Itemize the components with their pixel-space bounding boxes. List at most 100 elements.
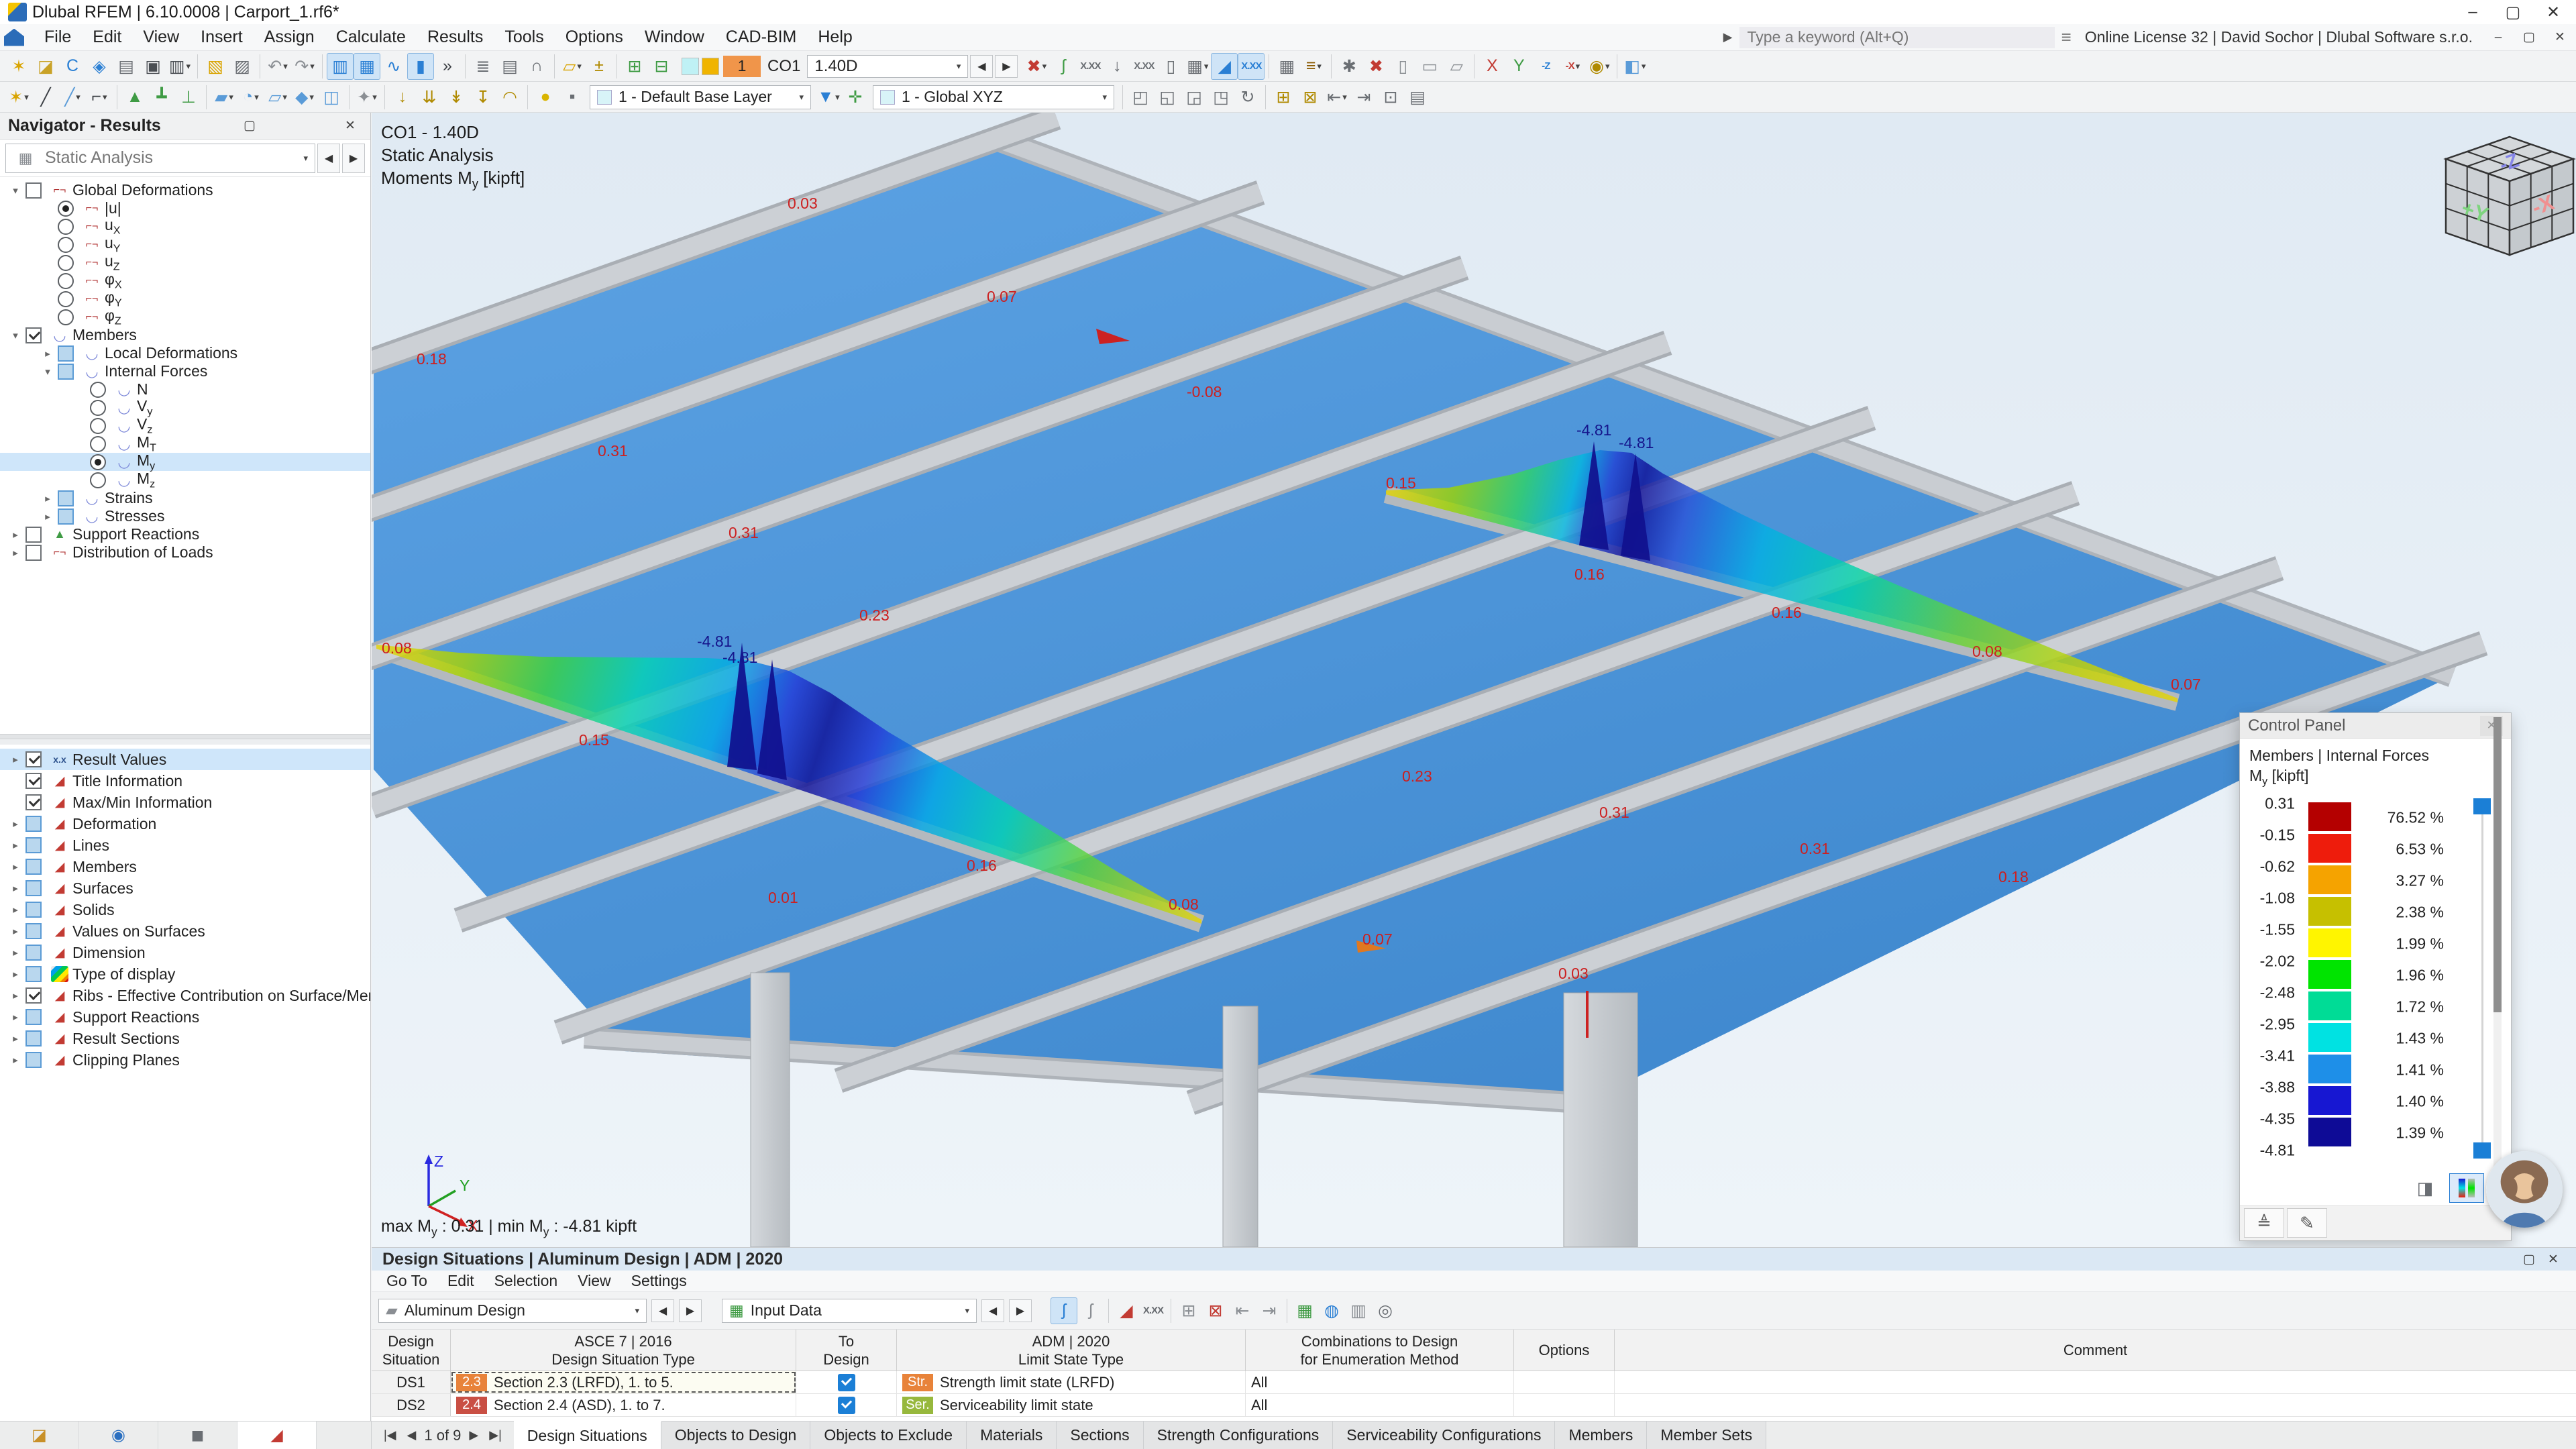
- menu-view[interactable]: View: [132, 25, 190, 50]
- checkbox[interactable]: [25, 1009, 42, 1025]
- options-cell[interactable]: [1514, 1394, 1615, 1416]
- lock-icon[interactable]: ▪: [559, 84, 586, 111]
- color-scale-options-button[interactable]: [2449, 1173, 2484, 1203]
- checkbox[interactable]: [25, 837, 42, 853]
- report-icon[interactable]: ▨: [229, 53, 256, 80]
- tree-item-stresses[interactable]: ▸◡Stresses: [0, 507, 370, 525]
- tree-item-type-of-display[interactable]: ▸Type of display: [0, 963, 370, 985]
- console-toggle-icon[interactable]: »: [434, 53, 461, 80]
- filter-delete-icon[interactable]: ▼▾: [815, 84, 842, 111]
- tree-item-m-t-[interactable]: ◡MT: [0, 435, 370, 453]
- keyword-search-input[interactable]: [1739, 27, 2055, 48]
- bottom-panel-titlebar[interactable]: Design Situations | Aluminum Design | AD…: [372, 1248, 2576, 1271]
- tree-item--z-[interactable]: ⌐¬φZ: [0, 308, 370, 326]
- previous-analysis-button[interactable]: ◀: [317, 144, 340, 173]
- tree-item--y-[interactable]: ⌐¬φY: [0, 290, 370, 308]
- checkbox[interactable]: [25, 859, 42, 875]
- select-region-icon[interactable]: ▱▾: [559, 53, 586, 80]
- lightbulb-icon[interactable]: ●: [532, 84, 559, 111]
- result-values-icon[interactable]: X.XX: [1140, 1297, 1167, 1324]
- doc-restore-button[interactable]: ▢: [2517, 28, 2541, 48]
- save-icon[interactable]: ▣: [140, 53, 166, 80]
- design-situation-type-cell[interactable]: 2.3Section 2.3 (LRFD), 1. to 5.: [451, 1371, 796, 1393]
- new-surface-icon[interactable]: ▰▾: [211, 84, 237, 111]
- edit-table-insert-icon[interactable]: ⊞: [1270, 84, 1297, 111]
- tree-item-title-information[interactable]: ◢Title Information: [0, 770, 370, 792]
- comment-cell[interactable]: [1615, 1371, 2576, 1393]
- grid-display-icon[interactable]: ▦▾: [1184, 53, 1211, 80]
- save-results-icon[interactable]: ▦: [1273, 53, 1300, 80]
- panel-toggle-icon[interactable]: ▮: [407, 53, 434, 80]
- bp-menu-go-to[interactable]: Go To: [378, 1271, 435, 1291]
- copy-move-icon[interactable]: ⊟: [648, 53, 675, 80]
- menu-calculate[interactable]: Calculate: [325, 25, 417, 50]
- checkbox[interactable]: [25, 816, 42, 832]
- options-cell[interactable]: [1514, 1371, 1615, 1393]
- new-curved-surface-icon[interactable]: ◔▾: [237, 84, 264, 111]
- tree-item-strains[interactable]: ▸◡Strains: [0, 489, 370, 507]
- checkbox[interactable]: [25, 327, 42, 343]
- radio[interactable]: [58, 273, 74, 289]
- tree-item-u-y-[interactable]: ⌐¬uY: [0, 235, 370, 254]
- render-display-icon[interactable]: ▯: [1157, 53, 1184, 80]
- tab-member-sets[interactable]: Member Sets: [1647, 1421, 1766, 1449]
- new-opening-icon[interactable]: ▱▾: [264, 84, 291, 111]
- previous-design-button[interactable]: ◀: [651, 1299, 674, 1322]
- checkbox[interactable]: [25, 527, 42, 543]
- previous-view-icon[interactable]: ↻: [1234, 84, 1261, 111]
- tab-design-situations[interactable]: Design Situations: [514, 1421, 661, 1449]
- radio[interactable]: [58, 201, 74, 217]
- avatar[interactable]: [2486, 1151, 2563, 1228]
- move-start-icon[interactable]: ⇤▾: [1324, 84, 1350, 111]
- tree-item-solids[interactable]: ▸◢Solids: [0, 899, 370, 920]
- table-row[interactable]: DS12.3Section 2.3 (LRFD), 1. to 5.Str.St…: [372, 1371, 2576, 1394]
- menu-results[interactable]: Results: [417, 25, 494, 50]
- layer-combo[interactable]: 1 - Default Base Layer ▾: [590, 85, 811, 109]
- column-header[interactable]: Comment: [1615, 1330, 2576, 1371]
- new-line-icon[interactable]: ╱: [32, 84, 59, 111]
- deformation-display-icon[interactable]: ʃ: [1050, 53, 1077, 80]
- new-polyline-icon[interactable]: ⌐▾: [86, 84, 113, 111]
- search-icon[interactable]: ◎: [1372, 1297, 1399, 1324]
- undo-icon[interactable]: ↶▾: [264, 53, 291, 80]
- new-nodal-support-icon[interactable]: ▲: [121, 84, 148, 111]
- radio[interactable]: [90, 418, 106, 434]
- maximize-button[interactable]: ▢: [2493, 0, 2533, 24]
- tree-item-distribution-of-loads[interactable]: ▸⌐¬Distribution of Loads: [0, 543, 370, 561]
- tree-item-clipping-planes[interactable]: ▸◢Clipping Planes: [0, 1049, 370, 1071]
- relation-curve-icon[interactable]: ʃ: [1051, 1297, 1077, 1324]
- menu-assign[interactable]: Assign: [254, 25, 325, 50]
- column-header[interactable]: ASCE 7 | 2016Design Situation Type: [451, 1330, 796, 1371]
- navigator-toggle-icon[interactable]: ▥: [327, 53, 354, 80]
- tree-item-values-on-surfaces[interactable]: ▸◢Values on Surfaces: [0, 920, 370, 942]
- new-line-support-icon[interactable]: ┻: [148, 84, 175, 111]
- navigator-float-button[interactable]: ▢: [237, 116, 262, 136]
- prev-page-button[interactable]: ◀: [405, 1428, 419, 1442]
- tree-item-support-reactions[interactable]: ▸▲Support Reactions: [0, 525, 370, 543]
- new-report-icon[interactable]: ▧: [202, 53, 229, 80]
- minimize-button[interactable]: –: [2453, 0, 2493, 24]
- web-service-icon[interactable]: ◍: [1318, 1297, 1345, 1324]
- new-imposed-load-icon[interactable]: ◠: [496, 84, 523, 111]
- tree-item-ribs-effective-contribution-on-surface-member[interactable]: ▸◢Ribs - Effective Contribution on Surfa…: [0, 985, 370, 1006]
- to-design-cell[interactable]: [796, 1371, 897, 1393]
- checkbox[interactable]: [25, 794, 42, 810]
- control-panel-header[interactable]: Control Panel ✕: [2240, 713, 2511, 739]
- new-node-icon[interactable]: ✶▾: [5, 84, 32, 111]
- visibility-cancel-icon[interactable]: ✖: [1362, 53, 1389, 80]
- visibility-eye-icon[interactable]: ◉: [79, 1421, 158, 1449]
- doc-minimize-button[interactable]: –: [2486, 28, 2510, 48]
- tree-item-v-y-[interactable]: ◡Vy: [0, 398, 370, 417]
- tree-item-m-z-[interactable]: ◡Mz: [0, 471, 370, 489]
- analysis-type-combo[interactable]: ▦ Static Analysis ▾: [5, 144, 315, 173]
- radio[interactable]: [90, 436, 106, 452]
- checkbox[interactable]: [58, 490, 74, 506]
- tree-item-result-values[interactable]: ▸x.xResult Values: [0, 749, 370, 770]
- previous-load-case-button[interactable]: ◀: [970, 55, 993, 78]
- axes-icon[interactable]: ✛: [842, 84, 869, 111]
- tab-serviceability-configurations[interactable]: Serviceability Configurations: [1333, 1421, 1555, 1449]
- bp-menu-settings[interactable]: Settings: [623, 1271, 695, 1291]
- isometric-view-icon[interactable]: ◉▾: [1586, 53, 1613, 80]
- control-panel-scrollbar[interactable]: [2493, 717, 2502, 1214]
- open-model-icon[interactable]: ◪: [32, 53, 59, 80]
